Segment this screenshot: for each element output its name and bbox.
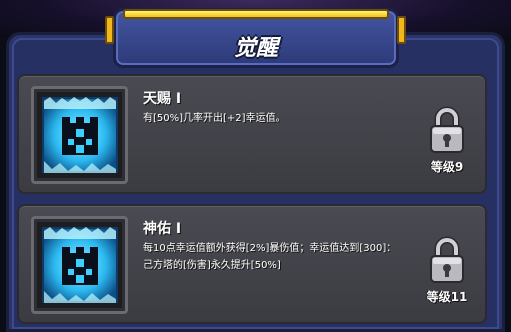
- awakening-card-2[interactable]: 神佑 Ⅰ 每10点幸运值额外获得[2%]暴伤值；幸运值达到[300]：己方塔的[…: [17, 204, 487, 324]
- panel-title: 觉醒: [233, 36, 278, 61]
- unlock-level-label: 等级9: [430, 160, 464, 174]
- skill-icon-frame: [31, 216, 128, 314]
- castle-tower-icon: [42, 227, 118, 303]
- skill-description: 每10点幸运值额外获得[2%]暴伤值；幸运值达到[300]：己方塔的[伤害]永久…: [143, 243, 397, 271]
- awakening-card-1[interactable]: 天赐 Ⅰ 有[50%]几率开出[+2]幸运值。 等级9: [17, 74, 487, 194]
- skill-name: 天赐 Ⅰ: [143, 91, 182, 107]
- lock-icon: [430, 106, 464, 153]
- header-progress-bar: [123, 9, 389, 19]
- skill-description: 有[50%]几率开出[+2]幸运值。: [143, 113, 286, 124]
- unlock-level-label: 等级11: [426, 290, 468, 304]
- lock-icon: [430, 236, 464, 283]
- castle-tower-icon: [42, 97, 118, 173]
- skill-icon-frame: [31, 86, 128, 184]
- skill-name: 神佑 Ⅰ: [143, 221, 182, 237]
